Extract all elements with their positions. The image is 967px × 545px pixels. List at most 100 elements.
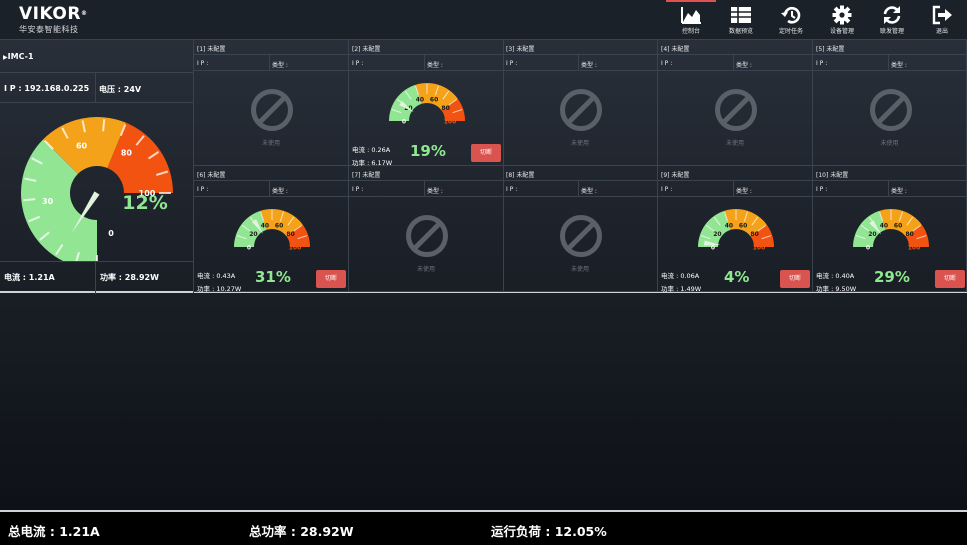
cut-off-button[interactable]: 切断 xyxy=(780,270,810,288)
gauge-tick-label: 0 xyxy=(247,245,251,252)
gauge-tick-label: 100 xyxy=(908,245,921,252)
cell-divider xyxy=(424,55,425,71)
cell-divider xyxy=(888,181,889,197)
main-gauge-tick xyxy=(102,119,106,132)
prohibited-icon xyxy=(560,89,602,131)
prohibited-icon xyxy=(560,215,602,257)
cut-off-button[interactable]: 切断 xyxy=(471,144,501,162)
device-title[interactable]: ▶IMC-1 xyxy=(0,40,194,73)
gauge-tick-label: 0 xyxy=(711,245,715,252)
channel-ip: I P : xyxy=(352,60,364,67)
nav-history[interactable]: 定时任务 xyxy=(766,0,816,40)
gauge-tick-label: 100 xyxy=(444,119,457,126)
unused-label: 未使用 xyxy=(570,140,589,147)
channel-type: 类型 : xyxy=(427,188,443,195)
main-gauge-tick-label: 80 xyxy=(121,149,133,158)
channel-power: 功率 : 9.50W xyxy=(816,285,857,293)
gauge-tick-label: 60 xyxy=(275,223,283,230)
channel-header: [2] 未配置 xyxy=(349,40,503,55)
channel-card-10: [10] 未配置 I P : 类型 : 0 20 40 60 80 100 电流 : 0.… xyxy=(813,166,967,293)
channel-ip: I P : xyxy=(197,60,209,67)
channel-header: [5] 未配置 xyxy=(813,40,966,55)
channel-ip: I P : xyxy=(506,60,518,67)
nav-logout[interactable]: 退出 xyxy=(917,0,967,40)
gauge-tick-label: 0 xyxy=(402,119,406,126)
channel-power: 功率 : 1.49W xyxy=(661,285,702,293)
channel-load-percent: 31% xyxy=(255,268,291,286)
channel-ip: I P : xyxy=(816,60,828,67)
device-voltage: 电压 : 24V xyxy=(99,85,142,94)
channel-header: [3] 未配置 xyxy=(503,40,657,55)
channel-current: 电流 : 0.06A xyxy=(661,272,700,280)
unused-label: 未使用 xyxy=(261,140,280,147)
channel-card-8: [8] 未配置 I P : 类型 : 未使用 xyxy=(503,166,658,292)
channel-gauge: 020406080100 xyxy=(389,83,465,126)
channel-header: [10] 未配置 xyxy=(813,166,966,181)
logo-registered-mark: ® xyxy=(80,10,88,17)
channel-card-6: [6] 未配置 I P : 类型 : 0 20 40 60 80 100 电流 : 0.4… xyxy=(194,166,349,293)
main-load-gauge: 030608010012% xyxy=(21,117,173,261)
channel-header: [1] 未配置 xyxy=(194,40,348,55)
cell-divider xyxy=(424,181,425,197)
channel-card-9: [9] 未配置 I P : 类型 : 0 20 40 60 80 100 电流 : 0.0… xyxy=(658,166,813,293)
total-power: 总功率 : 28.92W xyxy=(249,524,354,539)
channel-type: 类型 : xyxy=(272,62,288,69)
channel-load-percent: 29% xyxy=(874,268,910,286)
refresh-icon xyxy=(881,5,903,25)
channel-current: 电流 : 0.43A xyxy=(197,272,236,280)
gauge-tick-label: 20 xyxy=(249,231,257,238)
gauge-tick-label: 80 xyxy=(750,231,758,238)
gauge-tick-label: 80 xyxy=(286,231,294,238)
cell-divider xyxy=(269,55,270,71)
nav-area-chart[interactable]: 控制台 xyxy=(666,0,716,40)
unused-label: 未使用 xyxy=(725,140,744,147)
nav-refresh[interactable]: 联发管理 xyxy=(867,0,917,40)
device-name: IMC-1 xyxy=(7,52,34,61)
channel-card-4: [4] 未配置 I P : 类型 : 未使用 xyxy=(658,40,813,166)
cell-divider xyxy=(578,181,579,197)
device-summary: ▶IMC-1 I P : 192.168.0.225 电压 : 24V 0 30 6… xyxy=(0,40,194,294)
channel-type: 类型 : xyxy=(581,62,597,69)
nav-label: 定时任务 xyxy=(778,28,803,35)
channel-type: 类型 : xyxy=(736,188,752,195)
device-ip: I P : 192.168.0.225 xyxy=(0,73,96,103)
channel-type: 类型 : xyxy=(427,62,443,69)
gauge-tick-label: 60 xyxy=(894,223,902,230)
logo-subtitle: 华安泰智能科技 xyxy=(19,25,79,34)
prohibited-icon xyxy=(715,89,757,131)
nav-label: 设备管理 xyxy=(829,28,854,35)
total-current: 总电流 : 1.21A xyxy=(8,524,100,539)
area-chart-icon xyxy=(680,5,702,25)
nav-gear[interactable]: 设备管理 xyxy=(817,0,867,40)
cell-divider xyxy=(888,55,889,71)
nav-table[interactable]: 数据预览 xyxy=(716,0,766,40)
channel-ip: I P : xyxy=(661,186,673,193)
gauge-tick-label: 100 xyxy=(753,245,766,252)
main-gauge-tick-label: 30 xyxy=(42,197,54,206)
cell-divider xyxy=(733,181,734,197)
gauge-tick-label: 60 xyxy=(430,97,438,104)
channel-load-percent: 4% xyxy=(724,268,750,286)
channel-ip: I P : xyxy=(816,186,828,193)
cut-off-button[interactable]: 切断 xyxy=(935,270,965,288)
gauge-tick-label: 40 xyxy=(725,223,733,230)
monitor-panel: ▶IMC-1 I P : 192.168.0.225 电压 : 24V 0 30 6… xyxy=(0,40,967,294)
channel-header: [7] 未配置 xyxy=(349,166,503,181)
unused-label: 未使用 xyxy=(880,140,899,147)
channel-ip: I P : xyxy=(352,186,364,193)
prohibited-icon xyxy=(870,89,912,131)
channel-type: 类型 : xyxy=(891,62,907,69)
channel-current: 电流 : 0.40A xyxy=(816,272,855,280)
cell-divider xyxy=(733,55,734,71)
cell-divider xyxy=(578,55,579,71)
channel-load-percent: 19% xyxy=(410,142,446,160)
channel-card-7: [7] 未配置 I P : 类型 : 未使用 xyxy=(349,166,504,292)
status-footer: 总电流 : 1.21A 总功率 : 28.92W 运行负荷 : 12.05% xyxy=(0,510,967,545)
cut-off-button[interactable]: 切断 xyxy=(316,270,346,288)
channel-card-2: [2] 未配置 I P : 类型 : 020406080100 电流 : 0.2… xyxy=(349,40,504,167)
gauge-tick-label: 20 xyxy=(868,231,876,238)
channel-gauge: 020406080100 xyxy=(234,209,310,252)
gauge-tick-label: 40 xyxy=(261,223,269,230)
channel-current: 电流 : 0.26A xyxy=(352,146,391,154)
unused-label: 未使用 xyxy=(416,266,435,273)
